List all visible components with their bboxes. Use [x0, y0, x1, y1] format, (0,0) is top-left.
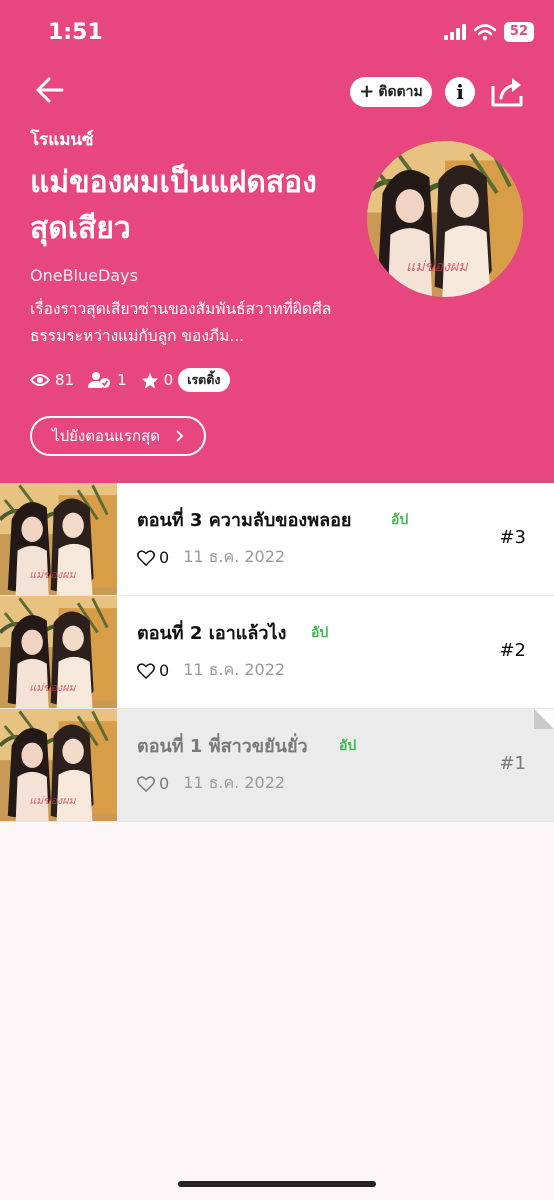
plus-icon: + [359, 81, 375, 102]
episode-title: ตอนที่ 2 เอาแล้วไง [137, 623, 287, 644]
episode-date: 11 ธ.ค. 2022 [183, 660, 286, 679]
eye-icon [30, 374, 50, 386]
status-time: 1:51 [48, 20, 103, 45]
star-icon [141, 372, 158, 389]
novel-header: 1:51 52 + ติดตาม i โรแมนซ์ แม่ของผมเป็นแ… [0, 0, 554, 483]
views-stat: 81 [30, 371, 74, 389]
back-arrow-icon[interactable] [32, 72, 68, 108]
new-badge: อัป [339, 738, 357, 754]
info-button[interactable]: i [445, 77, 475, 107]
first-episode-button[interactable]: ไปยังตอนแรกสุด [30, 416, 206, 456]
like-count: 0 [159, 661, 170, 680]
follow-label: ติดตาม [378, 84, 423, 100]
new-badge: อัป [391, 512, 409, 528]
novel-title: แม่ของผมเป็นแฝดสองสุดเสียว [30, 165, 317, 246]
episode-thumbnail [0, 483, 117, 595]
home-indicator[interactable] [178, 1181, 376, 1187]
heart-icon[interactable] [137, 775, 155, 792]
first-episode-label: ไปยังตอนแรกสุด [52, 427, 160, 445]
episode-date: 11 ธ.ค. 2022 [183, 547, 286, 566]
rating-badge: เรตติ้ง [178, 368, 230, 392]
rating-count: 0 [163, 371, 174, 389]
episode-row-read[interactable]: ตอนที่ 1 พี่สาวขยันยั่ว อัป 0 11 ธ.ค. 20… [0, 709, 554, 822]
episode-number: #2 [499, 640, 526, 661]
views-count: 81 [55, 371, 75, 389]
followers-icon [88, 372, 111, 388]
genre-label: โรแมนซ์ [30, 130, 94, 150]
author-name[interactable]: OneBlueDays [30, 266, 138, 285]
followers-stat: 1 [88, 371, 127, 389]
episode-date: 11 ธ.ค. 2022 [183, 773, 286, 792]
episode-number: #1 [499, 753, 526, 774]
cover-image [367, 141, 523, 297]
episode-thumbnail [0, 709, 117, 821]
episode-title: ตอนที่ 3 ความลับของพลอย [137, 510, 352, 531]
wifi-icon [473, 23, 496, 40]
episode-meta: 0 11 ธ.ค. 2022 [137, 658, 285, 683]
followers-count: 1 [117, 371, 127, 389]
battery-icon: 52 [503, 22, 534, 42]
episode-list: ตอนที่ 3 ความลับของพลอย อัป 0 11 ธ.ค. 20… [0, 483, 554, 822]
episode-row[interactable]: ตอนที่ 2 เอาแล้วไง อัป 0 11 ธ.ค. 2022 #2 [0, 596, 554, 709]
like-count: 0 [159, 774, 170, 793]
heart-icon[interactable] [137, 549, 155, 566]
episode-title: ตอนที่ 1 พี่สาวขยันยั่ว [137, 736, 308, 757]
follow-button[interactable]: + ติดตาม [350, 77, 432, 107]
info-icon: i [456, 80, 464, 104]
signal-icon [443, 24, 466, 40]
episode-thumbnail [0, 596, 117, 708]
stats-row: 81 1 0 เรตติ้ง [30, 368, 244, 392]
share-icon[interactable] [490, 74, 526, 108]
like-count: 0 [159, 548, 170, 567]
episode-meta: 0 11 ธ.ค. 2022 [137, 771, 285, 796]
new-badge: อัป [311, 625, 329, 641]
episode-number: #3 [499, 527, 526, 548]
status-icons: 52 [443, 22, 534, 42]
heart-icon[interactable] [137, 662, 155, 679]
episode-meta: 0 11 ธ.ค. 2022 [137, 545, 285, 570]
novel-description: เรื่องราวสุดเสียวซ่านของสัมพันธ์สวาทที่ผ… [30, 300, 332, 345]
rating-stat: 0 เรตติ้ง [141, 368, 230, 392]
episode-row[interactable]: ตอนที่ 3 ความลับของพลอย อัป 0 11 ธ.ค. 20… [0, 483, 554, 596]
read-corner-marker [534, 709, 554, 729]
chevron-right-icon [176, 430, 184, 442]
